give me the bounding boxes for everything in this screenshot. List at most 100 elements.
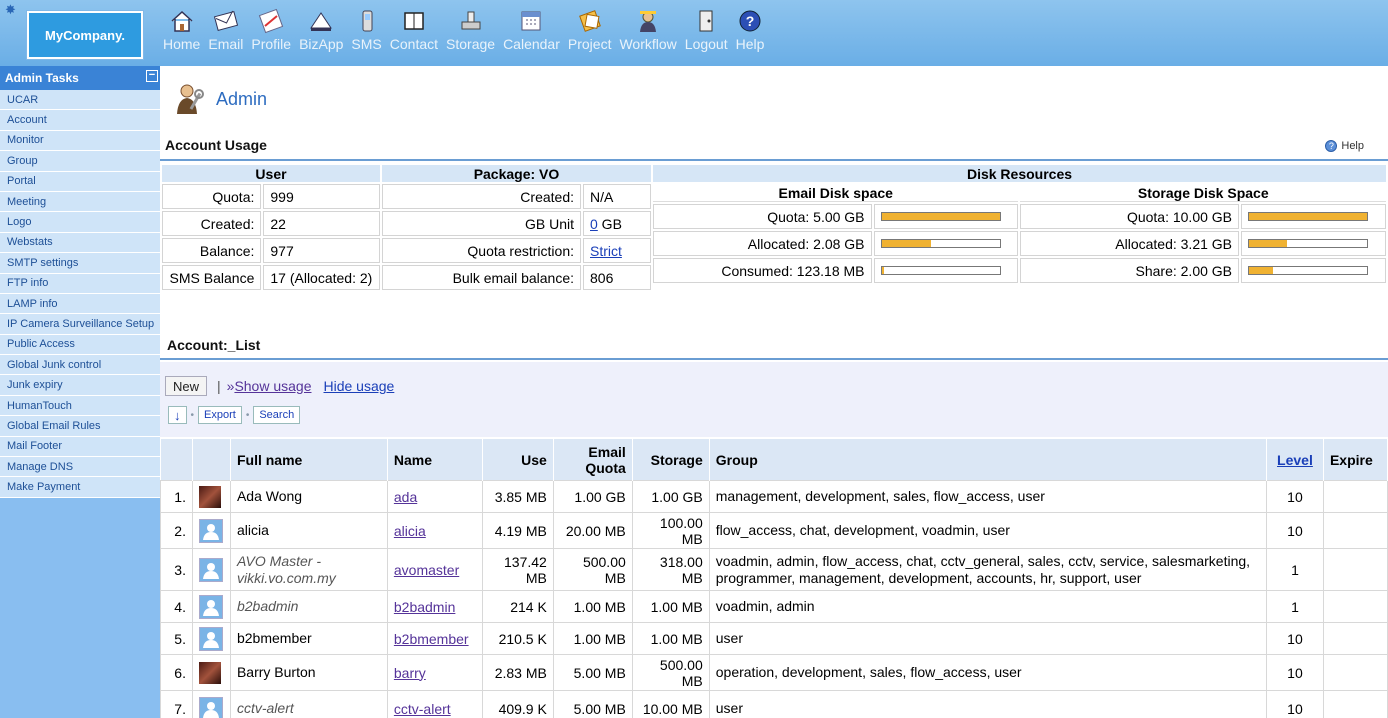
sidebar-item-public-access[interactable]: Public Access — [0, 335, 160, 356]
gb-unit-link[interactable]: 0 — [590, 216, 598, 232]
full-name-cell: b2badmin — [229, 590, 388, 623]
use-cell: 137.42 MB — [481, 548, 554, 591]
nav-workflow[interactable]: Workflow — [619, 8, 677, 52]
collapse-icon[interactable]: − — [146, 70, 158, 82]
sms-balance-label: SMS Balance — [162, 265, 262, 290]
user-avatar-icon[interactable] — [198, 626, 223, 651]
level-cell: 10 — [1265, 512, 1324, 549]
sidebar-item-manage-dns[interactable]: Manage DNS — [0, 457, 160, 478]
use-cell: 210.5 K — [481, 622, 554, 655]
bizapp-icon — [308, 8, 334, 34]
nav-label: Help — [735, 36, 765, 52]
table-row[interactable]: 6. Barry Burton barry 2.83 MB 5.00 MB 500.00 … — [160, 654, 1388, 691]
email-disk-label: Allocated: 2.08 GB — [653, 231, 872, 256]
sidebar-item-meeting[interactable]: Meeting — [0, 192, 160, 213]
avatar-photo[interactable] — [198, 661, 221, 684]
username-link[interactable]: barry — [394, 665, 426, 681]
sidebar-item-group[interactable]: Group — [0, 151, 160, 172]
username-link[interactable]: b2bmember — [394, 631, 469, 647]
nav-sms[interactable]: SMS — [351, 8, 382, 52]
sidebar-item-ftp-info[interactable]: FTP info — [0, 274, 160, 294]
expire-cell — [1322, 548, 1388, 591]
progress-fill — [881, 240, 931, 247]
group-cell: operation, development, sales, flow_acce… — [708, 654, 1267, 691]
table-row[interactable]: 3. AVO Master - vikki.vo.com.my avomaster 1… — [160, 548, 1388, 591]
sidebar-item-ip-camera-surveillance-setup[interactable]: IP Camera Surveillance Setup — [0, 314, 160, 335]
sidebar-item-account[interactable]: Account — [0, 110, 160, 131]
storage-disk-label: Allocated: 3.21 GB — [1020, 231, 1240, 256]
username-link[interactable]: alicia — [394, 523, 426, 539]
full-name-cell: cctv-alert — [229, 690, 388, 718]
balance-value: 977 — [263, 238, 380, 263]
sidebar-item-webstats[interactable]: Webstats — [0, 233, 160, 254]
col-name[interactable]: Name — [387, 439, 483, 481]
email-disk-label: Consumed: 123.18 MB — [653, 258, 872, 283]
workflow-icon — [635, 8, 661, 34]
col-expire[interactable]: Expire — [1323, 439, 1388, 481]
search-button[interactable]: Search — [253, 406, 301, 424]
sidebar-item-mail-footer[interactable]: Mail Footer — [0, 437, 160, 458]
help-link[interactable]: ? Help — [1325, 140, 1364, 152]
table-row[interactable]: 5. b2bmember b2bmember 210.5 K 1.00 MB 1.00 M… — [160, 622, 1388, 655]
nav-contact[interactable]: Contact — [390, 8, 438, 52]
nav-project[interactable]: Project — [568, 8, 611, 52]
storage-disk-label: Quota: 10.00 GB — [1020, 204, 1240, 229]
col-full-name[interactable]: Full name — [230, 439, 388, 481]
new-button[interactable]: New — [165, 376, 207, 396]
sidebar-item-make-payment[interactable]: Make Payment — [0, 477, 160, 498]
table-row[interactable]: 7. cctv-alert cctv-alert 409.9 K 5.00 MB 10.0… — [160, 690, 1388, 718]
show-usage-link[interactable]: Show usage — [234, 378, 311, 394]
row-number: 4. — [160, 590, 193, 623]
avatar-photo[interactable] — [198, 485, 221, 508]
sidebar-item-logo[interactable]: Logo — [0, 212, 160, 233]
company-logo[interactable]: MyCompany. — [27, 11, 143, 59]
nav-email[interactable]: Email — [208, 8, 243, 52]
avatar-cell — [191, 622, 231, 655]
user-avatar-icon[interactable] — [198, 557, 223, 582]
user-avatar-icon[interactable] — [198, 518, 223, 543]
nav-profile[interactable]: Profile — [251, 8, 291, 52]
sidebar-item-junk-expiry[interactable]: Junk expiry — [0, 375, 160, 396]
sidebar-item-ucar[interactable]: UCAR — [0, 90, 160, 111]
col-email-quota[interactable]: Email Quota — [553, 439, 633, 481]
table-row[interactable]: 1. Ada Wong ada 3.85 MB 1.00 GB 1.00 GB manage… — [160, 480, 1388, 513]
col-use[interactable]: Use — [482, 439, 554, 481]
nav-home[interactable]: Home — [163, 8, 200, 52]
sidebar-item-smtp-settings[interactable]: SMTP settings — [0, 253, 160, 274]
hide-usage-link[interactable]: Hide usage — [324, 378, 395, 394]
col-group[interactable]: Group — [709, 439, 1267, 481]
username-link[interactable]: b2badmin — [394, 599, 456, 615]
table-row[interactable]: 4. b2badmin b2badmin 214 K 1.00 MB 1.00 MB voa… — [160, 590, 1388, 623]
sidebar-item-humantouch[interactable]: HumanTouch — [0, 396, 160, 417]
nav-help[interactable]: ? Help — [735, 8, 765, 52]
group-cell: user — [708, 622, 1267, 655]
sort-down-button[interactable]: ↓ — [168, 406, 187, 424]
package-created-label: Created: — [382, 184, 581, 209]
username-link[interactable]: ada — [394, 489, 417, 505]
export-button[interactable]: Export — [198, 406, 242, 424]
username-link[interactable]: cctv-alert — [394, 701, 451, 717]
gb-unit-label: GB Unit — [382, 211, 581, 236]
nav-calendar[interactable]: Calendar — [503, 8, 560, 52]
table-row[interactable]: 2. alicia alicia 4.19 MB 20.00 MB 100.00 MB fl… — [160, 512, 1388, 549]
username-link[interactable]: avomaster — [394, 562, 459, 578]
sidebar-item-lamp-info[interactable]: LAMP info — [0, 294, 160, 315]
use-cell: 409.9 K — [481, 690, 554, 718]
user-avatar-icon[interactable] — [198, 594, 223, 619]
level-sort-link[interactable]: Level — [1277, 452, 1313, 468]
nav-logout[interactable]: Logout — [685, 8, 728, 52]
sidebar-item-monitor[interactable]: Monitor — [0, 131, 160, 152]
sidebar-item-portal[interactable]: Portal — [0, 172, 160, 192]
name-cell: barry — [386, 654, 483, 691]
quota-restriction-link[interactable]: Strict — [590, 243, 622, 259]
nav-bizapp[interactable]: BizApp — [299, 8, 343, 52]
nav-label: Calendar — [503, 36, 560, 52]
disk-row: Quota: 5.00 GB Quota: 10.00 GB — [653, 204, 1386, 229]
nav-storage[interactable]: Storage — [446, 8, 495, 52]
user-avatar-icon[interactable] — [198, 696, 223, 718]
sidebar-item-global-email-rules[interactable]: Global Email Rules — [0, 416, 160, 437]
email-disk-bar-cell — [873, 231, 1019, 256]
col-level[interactable]: Level — [1266, 439, 1324, 481]
sidebar-item-global-junk-control[interactable]: Global Junk control — [0, 355, 160, 376]
col-storage[interactable]: Storage — [632, 439, 710, 481]
